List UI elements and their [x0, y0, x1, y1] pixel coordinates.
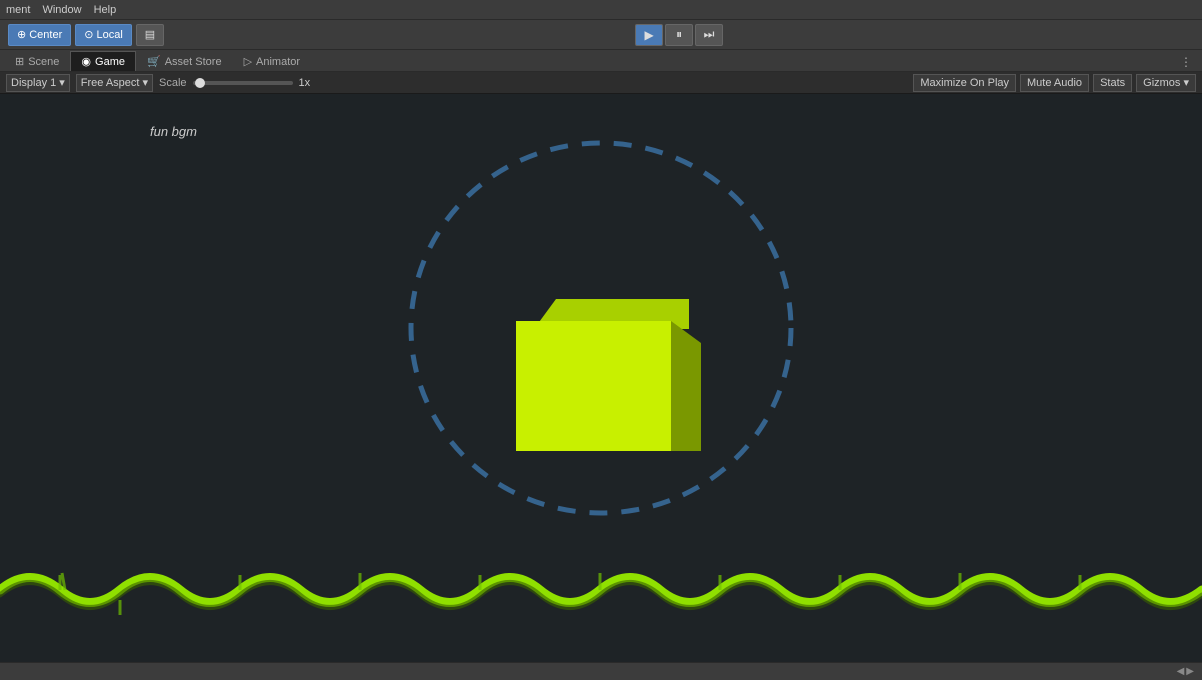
tab-asset-store-label: Asset Store	[165, 56, 222, 68]
scale-label: Scale	[159, 77, 187, 89]
menu-window[interactable]: Window	[42, 4, 81, 16]
display-chevron: ▾	[59, 76, 65, 89]
layers-icon: ▤	[145, 28, 155, 41]
local-label: Local	[96, 29, 122, 41]
nav-left-arrow[interactable]: ◀	[1177, 666, 1185, 677]
camera-icon: ◉	[81, 55, 91, 68]
cube-container	[516, 299, 686, 459]
center-label: Center	[29, 29, 62, 41]
store-icon: 🛒	[147, 55, 161, 68]
center-button[interactable]: ⊕ Center	[8, 24, 71, 46]
display-label: Display 1	[11, 77, 56, 89]
play-icon: ▶	[644, 28, 653, 42]
tab-animator-label: Animator	[256, 56, 300, 68]
aspect-select[interactable]: Free Aspect ▾	[76, 74, 153, 92]
toolbar-center: ▶ ⏸ ⏭	[635, 24, 723, 46]
gizmos-button[interactable]: Gizmos ▾	[1136, 74, 1196, 92]
cube-right-face	[671, 321, 701, 451]
scale-slider-thumb	[195, 78, 205, 88]
center-icon: ⊕	[17, 28, 26, 41]
step-icon: ⏭	[704, 27, 715, 42]
step-button[interactable]: ⏭	[695, 24, 723, 46]
display-select[interactable]: Display 1 ▾	[6, 74, 70, 92]
game-viewport: fun bgm	[0, 94, 1202, 680]
play-button[interactable]: ▶	[635, 24, 663, 46]
tab-animator[interactable]: ▷ Animator	[233, 51, 312, 71]
toolbar: ⊕ Center ⊙ Local ▤ ▶ ⏸ ⏭	[0, 20, 1202, 50]
tab-scene[interactable]: ⊞ Scene	[4, 51, 70, 71]
layers-button[interactable]: ▤	[136, 24, 164, 46]
tab-asset-store[interactable]: 🛒 Asset Store	[136, 51, 233, 71]
menu-ment[interactable]: ment	[6, 4, 30, 16]
tabs-more[interactable]: ⋮	[1174, 53, 1198, 71]
tabs: ⊞ Scene ◉ Game 🛒 Asset Store ▷ Animator …	[0, 50, 1202, 72]
game-toolbar-right: Maximize On Play Mute Audio Stats Gizmos…	[913, 74, 1196, 92]
local-button[interactable]: ⊙ Local	[75, 24, 132, 46]
scale-slider[interactable]	[193, 81, 293, 85]
pause-icon: ⏸	[676, 27, 682, 42]
nav-right-arrow[interactable]: ▶	[1186, 666, 1194, 677]
mute-audio-button[interactable]: Mute Audio	[1020, 74, 1089, 92]
aspect-chevron: ▾	[142, 76, 148, 89]
wavy-line	[0, 545, 1202, 625]
bgm-label: fun bgm	[150, 124, 197, 139]
cube-front-face	[516, 321, 671, 451]
status-bar: ◀ ▶	[0, 662, 1202, 680]
scale-value: 1x	[299, 77, 311, 89]
maximize-on-play-button[interactable]: Maximize On Play	[913, 74, 1016, 92]
game-toolbar: Display 1 ▾ Free Aspect ▾ Scale 1x Maxim…	[0, 72, 1202, 94]
tab-game[interactable]: ◉ Game	[70, 51, 136, 71]
nav-arrows: ◀ ▶	[1177, 666, 1194, 677]
aspect-label: Free Aspect	[81, 77, 140, 89]
local-icon: ⊙	[84, 28, 93, 41]
stats-button[interactable]: Stats	[1093, 74, 1132, 92]
pause-button[interactable]: ⏸	[665, 24, 693, 46]
toolbar-left: ⊕ Center ⊙ Local ▤	[8, 24, 164, 46]
animator-icon: ▷	[244, 55, 252, 68]
menu-help[interactable]: Help	[94, 4, 117, 16]
tab-game-label: Game	[95, 56, 125, 68]
scene-icon: ⊞	[15, 55, 24, 68]
tab-scene-label: Scene	[28, 56, 59, 68]
menu-bar: ment Window Help	[0, 0, 1202, 20]
